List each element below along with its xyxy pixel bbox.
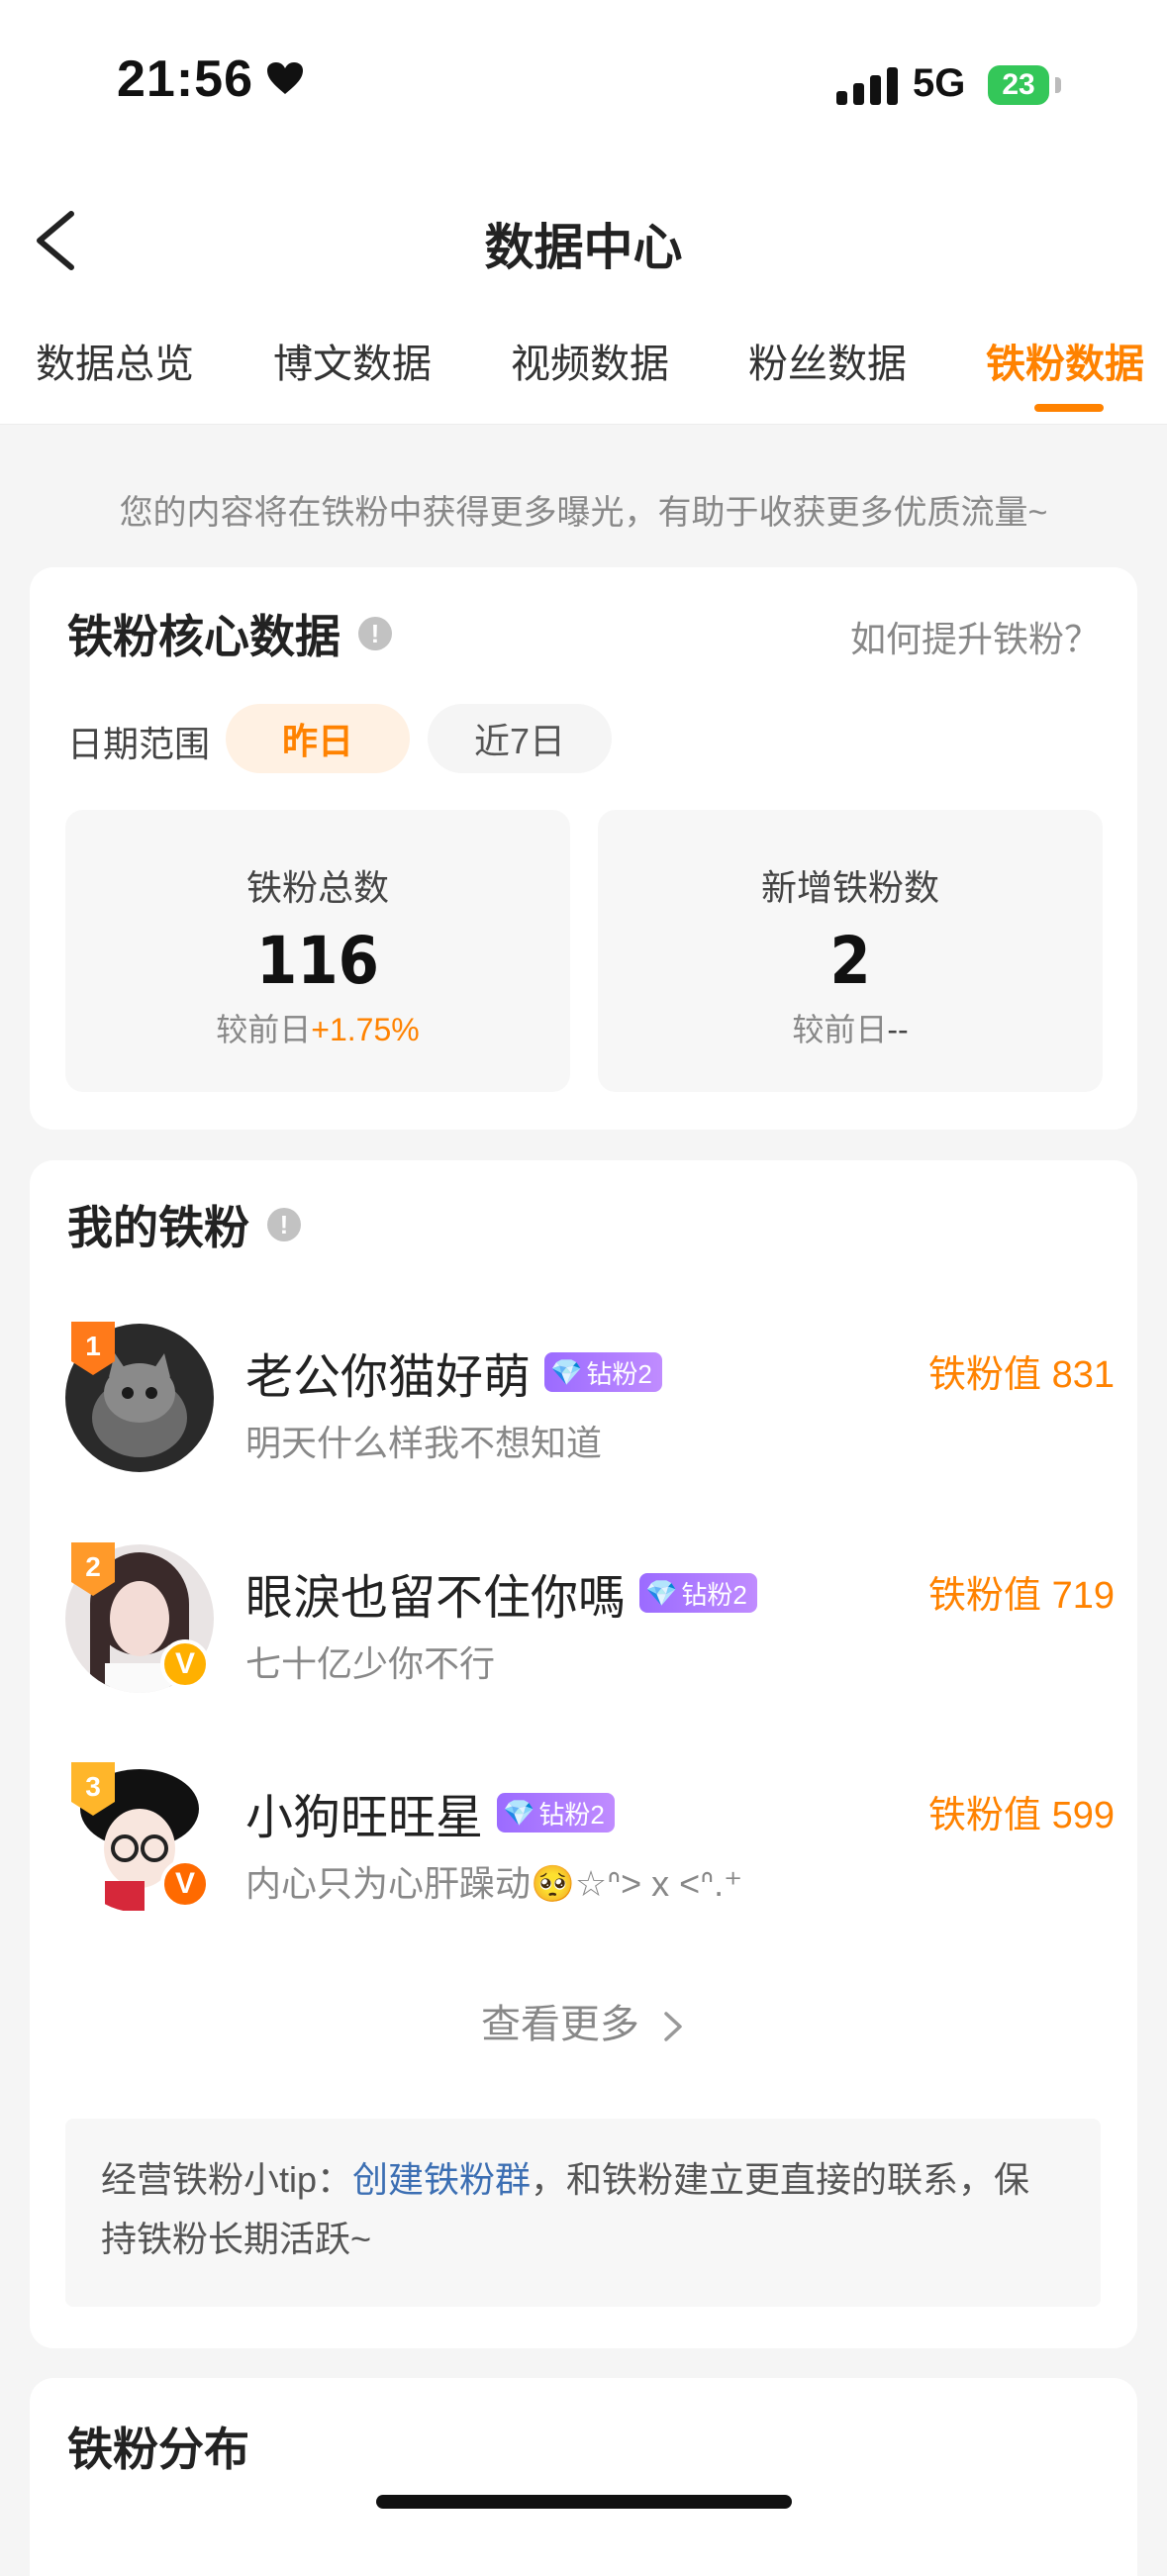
stat-new-fans: 新增铁粉数 2 较前日-- <box>598 810 1103 1092</box>
active-tab-indicator <box>1034 404 1104 412</box>
tab-bar: 数据总览 博文数据 视频数据 粉丝数据 铁粉数据 <box>0 332 1167 391</box>
rank-badge-icon: 2 <box>71 1542 115 1596</box>
rank-badge-icon: 1 <box>71 1322 115 1375</box>
rank-number: 1 <box>85 1331 101 1361</box>
fan-name: 小狗旺旺星 💎 钻粉2 <box>245 1778 615 1847</box>
core-title: 铁粉核心数据 ! <box>67 601 392 666</box>
battery-cap <box>1055 77 1061 93</box>
signal-icon <box>836 63 898 105</box>
distribution-title: 铁粉分布 <box>67 2424 249 2475</box>
status-time: 21:56 <box>117 50 305 109</box>
compare-value: -- <box>887 1012 909 1047</box>
page-title: 数据中心 <box>484 220 683 275</box>
fan-score: 铁粉值 599 <box>928 1784 1115 1838</box>
core-data-card: 铁粉核心数据 ! 如何提升铁粉？ 日期范围 昨日 近7日 铁粉总数 116 较前… <box>30 567 1137 1130</box>
fan-score: 铁粉值 831 <box>928 1343 1115 1398</box>
score-value: 831 <box>1051 1354 1115 1396</box>
tab-overview[interactable]: 数据总览 <box>36 332 194 389</box>
score-label: 铁粉值 <box>928 1795 1042 1836</box>
date-7days-button[interactable]: 近7日 <box>428 704 612 773</box>
fan-list-item[interactable]: 3 V 小狗旺旺星 💎 钻粉2 内心只为心肝躁动🥺☆ᐢ> x <ᐢ.⁺ 铁粉值 5… <box>65 1762 1115 1923</box>
battery-icon: 23 <box>988 65 1049 105</box>
score-value: 719 <box>1051 1575 1115 1617</box>
chevron-right-icon <box>664 2012 682 2042</box>
stat-label: 铁粉总数 <box>245 867 389 908</box>
diamond-icon: 💎 <box>645 1577 678 1608</box>
tab-fans[interactable]: 粉丝数据 <box>748 332 907 389</box>
tip-prefix: 经营铁粉小tip： <box>101 2159 353 2200</box>
rank-number: 3 <box>85 1771 101 1802</box>
score-label: 铁粉值 <box>928 1354 1042 1396</box>
fan-level-text: 钻粉2 <box>586 1358 652 1389</box>
see-more-label: 查看更多 <box>480 2003 639 2046</box>
rank-badge-icon: 3 <box>71 1762 115 1816</box>
info-icon[interactable]: ! <box>267 1208 301 1241</box>
score-value: 599 <box>1051 1795 1115 1836</box>
my-fans-title: 我的铁粉 ! <box>67 1192 301 1257</box>
fan-name: 老公你猫好萌 💎 钻粉2 <box>245 1338 662 1407</box>
notice-text: 您的内容将在铁粉中获得更多曝光，有助于收获更多优质流量~ <box>119 494 1048 532</box>
fan-name-text: 小狗旺旺星 <box>245 1792 484 1844</box>
fan-list-item[interactable]: 1 老公你猫好萌 💎 钻粉2 明天什么样我不想知道 铁粉值 831 <box>65 1322 1115 1482</box>
heart-icon <box>265 50 305 109</box>
my-fans-title-text: 我的铁粉 <box>67 1202 249 1253</box>
compare-prefix: 较前日 <box>216 1012 312 1047</box>
diamond-icon: 💎 <box>503 1797 535 1828</box>
stat-value: 116 <box>256 923 379 999</box>
compare-prefix: 较前日 <box>792 1012 888 1047</box>
rank-number: 2 <box>85 1551 101 1582</box>
fan-signature: 明天什么样我不想知道 <box>245 1423 603 1463</box>
stat-total-fans: 铁粉总数 116 较前日+1.75% <box>65 810 570 1092</box>
how-to-improve-link[interactable]: 如何提升铁粉？ <box>850 611 1100 662</box>
stat-value: 2 <box>829 923 871 999</box>
verified-badge-icon: V <box>160 1639 210 1689</box>
date-range-label: 日期范围 <box>67 724 211 764</box>
home-indicator[interactable] <box>376 2495 792 2509</box>
verified-badge-icon: V <box>160 1859 210 1909</box>
fan-name: 眼淚也留不住你嗎 💎 钻粉2 <box>245 1558 757 1628</box>
fan-name-text: 老公你猫好萌 <box>245 1351 532 1404</box>
tab-videos[interactable]: 视频数据 <box>511 332 669 389</box>
fan-level-text: 钻粉2 <box>681 1579 747 1610</box>
fan-signature: 七十亿少你不行 <box>245 1643 496 1684</box>
see-more-button[interactable]: 查看更多 <box>30 1992 1137 2049</box>
diamond-icon: 💎 <box>550 1356 583 1387</box>
fan-list-item[interactable]: 2 V 眼淚也留不住你嗎 💎 钻粉2 七十亿少你不行 铁粉值 719 <box>65 1542 1115 1703</box>
battery-level: 23 <box>1002 68 1035 101</box>
distribution-card: 铁粉分布 <box>30 2378 1137 2576</box>
core-title-text: 铁粉核心数据 <box>67 611 340 662</box>
tab-posts[interactable]: 博文数据 <box>273 332 432 389</box>
network-label: 5G <box>913 61 966 105</box>
fan-level-text: 钻粉2 <box>538 1799 605 1830</box>
fan-level-badge: 💎 钻粉2 <box>639 1573 757 1613</box>
stat-compare: 较前日-- <box>598 1005 1103 1050</box>
my-fans-card: 我的铁粉 ! 1 老公你猫好萌 💎钻粉2 明天什么样我不想知道 铁粉值 831 <box>30 1160 1137 2348</box>
date-yesterday-button[interactable]: 昨日 <box>226 704 410 773</box>
fan-level-badge: 💎 钻粉2 <box>544 1352 662 1392</box>
compare-value: +1.75% <box>311 1012 420 1047</box>
info-icon[interactable]: ! <box>358 617 392 650</box>
tab-iron-fans[interactable]: 铁粉数据 <box>986 332 1144 389</box>
stat-label: 新增铁粉数 <box>760 867 939 908</box>
create-group-link[interactable]: 创建铁粉群 <box>352 2159 531 2200</box>
fan-name-text: 眼淚也留不住你嗎 <box>245 1572 627 1625</box>
fan-signature: 内心只为心肝躁动🥺☆ᐢ> x <ᐢ.⁺ <box>245 1863 743 1904</box>
score-label: 铁粉值 <box>928 1575 1042 1617</box>
fan-level-badge: 💎 钻粉2 <box>497 1793 615 1833</box>
tip-box: 经营铁粉小tip：创建铁粉群，和铁粉建立更直接的联系，保持铁粉长期活跃~ <box>65 2119 1101 2307</box>
stat-compare: 较前日+1.75% <box>65 1005 570 1050</box>
fan-score: 铁粉值 719 <box>928 1564 1115 1619</box>
